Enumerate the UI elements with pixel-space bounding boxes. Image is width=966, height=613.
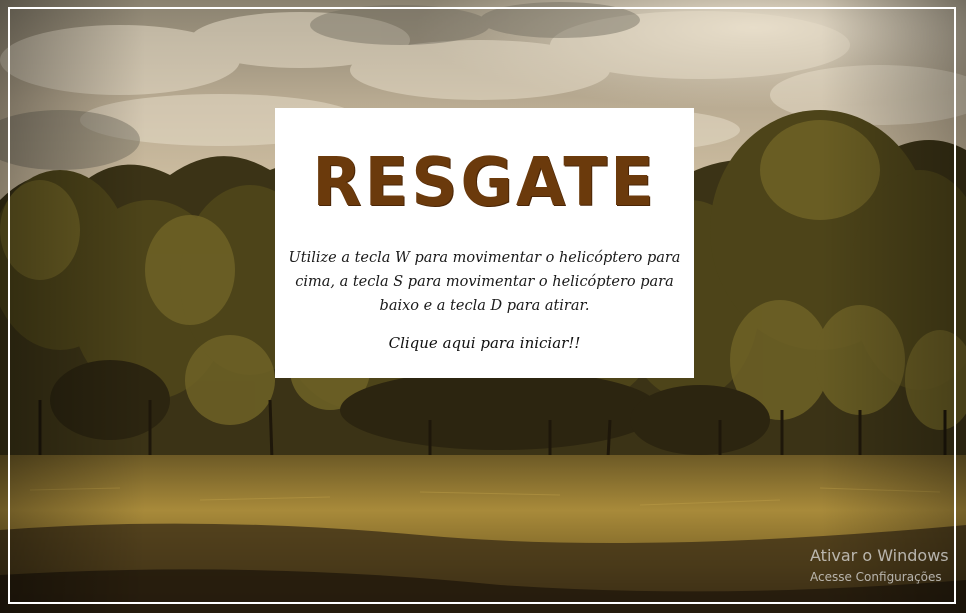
game-title: RESGATE [312, 144, 657, 222]
start-game-link[interactable]: Clique aqui para iniciar!! [275, 332, 694, 354]
windows-activation-watermark: Ativar o Windows Acesse Configurações [810, 546, 966, 586]
instructions-text: Utilize a tecla W para movimentar o heli… [288, 250, 681, 314]
watermark-subtitle: Acesse Configurações [810, 570, 942, 584]
game-screen: RESGATE Utilize a tecla W para movimenta… [0, 0, 966, 613]
start-dialog: RESGATE Utilize a tecla W para movimenta… [275, 108, 694, 378]
watermark-title: Ativar o Windows [810, 546, 949, 565]
